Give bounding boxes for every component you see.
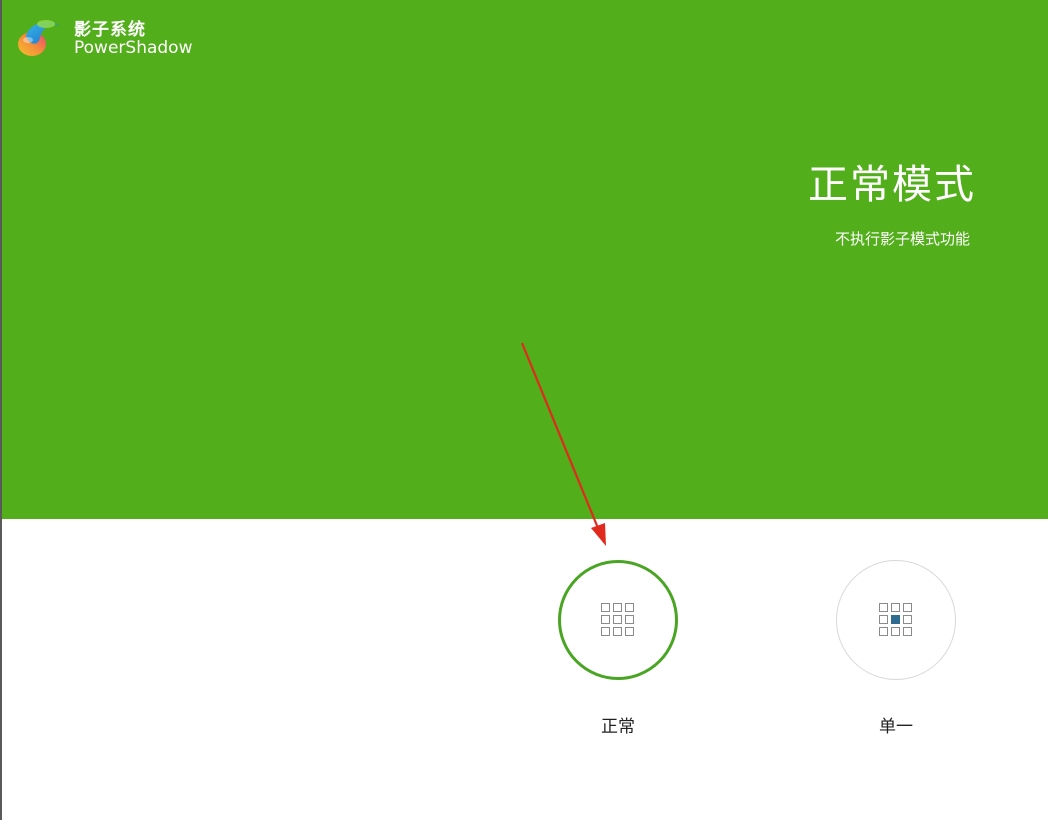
app-name-english: PowerShadow [74, 38, 193, 58]
normal-mode-label: 正常 [601, 717, 635, 737]
powershadow-logo-icon [18, 20, 60, 56]
app-name-chinese: 影子系统 [74, 20, 146, 40]
single-mode-label: 单一 [879, 717, 913, 737]
normal-mode-button[interactable] [558, 560, 678, 680]
grid-icon [601, 603, 634, 636]
normal-mode-option[interactable]: 正常 [558, 560, 678, 737]
annotation-arrow-icon [520, 342, 606, 546]
single-mode-option[interactable]: 单一 [836, 560, 956, 737]
current-mode-title: 正常模式 [808, 162, 976, 208]
powershadow-window: 影子系统 PowerShadow 正常模式 不执行影子模式功能 正常 单一 [0, 0, 1048, 820]
grid-center-icon [879, 603, 912, 636]
single-mode-button[interactable] [836, 560, 956, 680]
current-mode-description: 不执行影子模式功能 [834, 230, 970, 248]
